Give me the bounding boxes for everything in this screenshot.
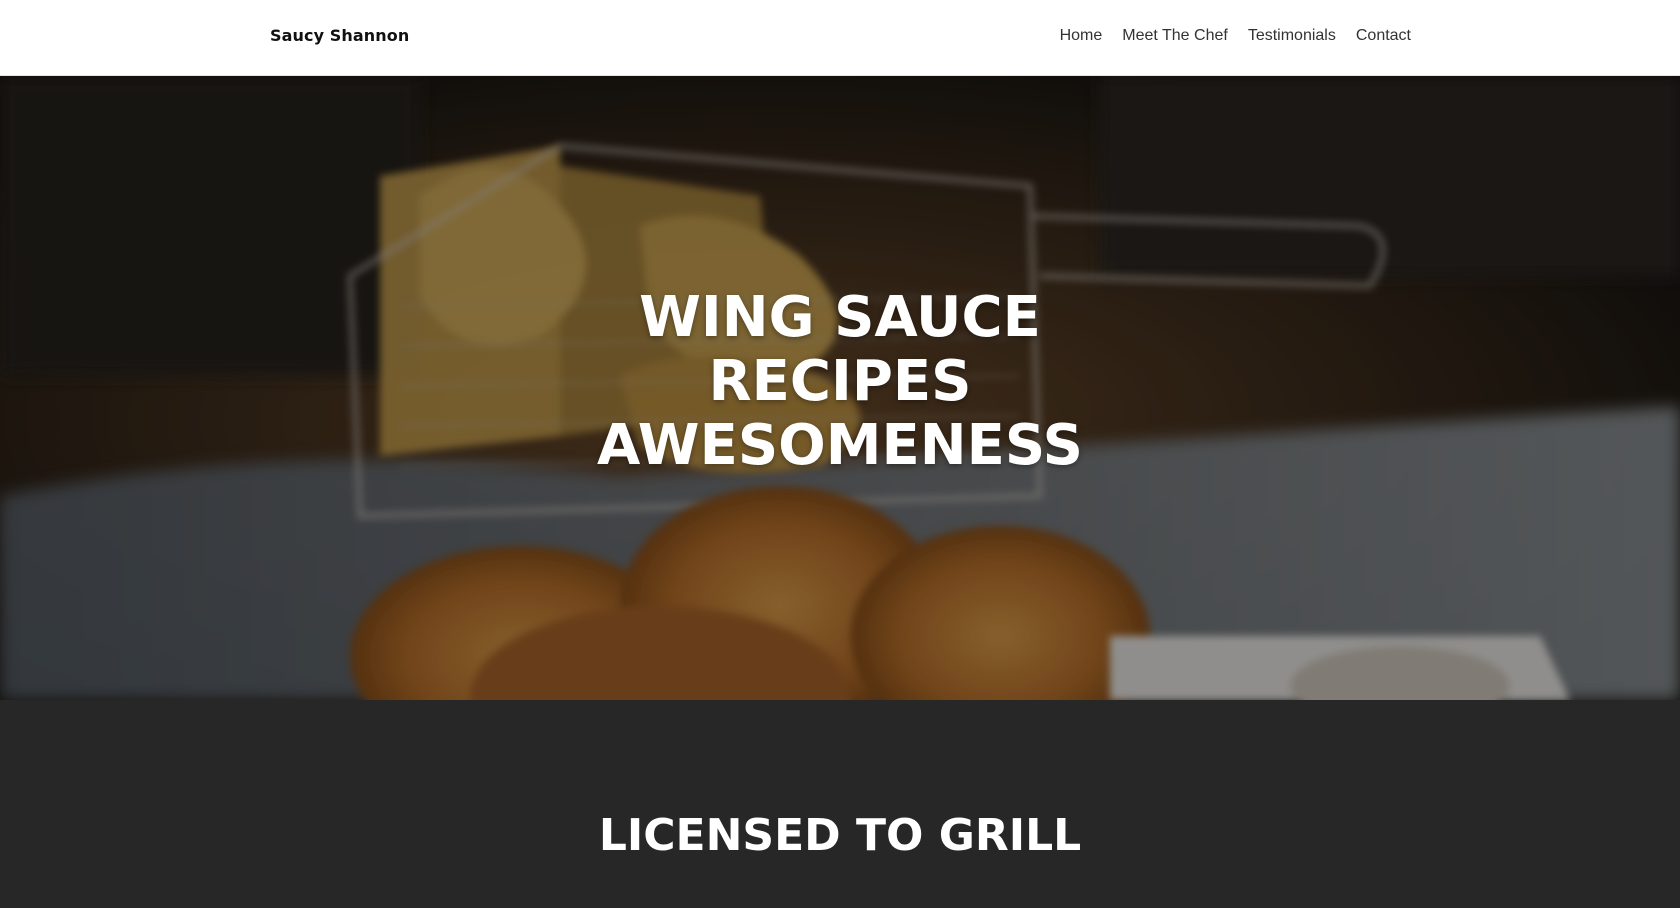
hero-section: WING SAUCE RECIPES AWESOMENESS (0, 76, 1680, 700)
hero-title-line-2: RECIPES (708, 349, 972, 414)
brand-logo[interactable]: Saucy Shannon (270, 26, 409, 45)
nav-link-contact[interactable]: Contact (1356, 27, 1411, 45)
licensed-section: LICENSED TO GRILL (0, 700, 1680, 908)
nav-link-home[interactable]: Home (1060, 27, 1103, 45)
hero-title-line-3: AWESOMENESS (596, 413, 1084, 478)
hero-title: WING SAUCE RECIPES AWESOMENESS (0, 286, 1680, 478)
section-title: LICENSED TO GRILL (598, 810, 1082, 861)
nav-link-testimonials[interactable]: Testimonials (1248, 27, 1336, 45)
nav-links: Home Meet The Chef Testimonials Contact (1060, 27, 1411, 45)
hero-title-line-1: WING SAUCE (639, 285, 1041, 350)
nav-link-meet-the-chef[interactable]: Meet The Chef (1122, 27, 1228, 45)
top-navbar: Saucy Shannon Home Meet The Chef Testimo… (0, 0, 1680, 76)
